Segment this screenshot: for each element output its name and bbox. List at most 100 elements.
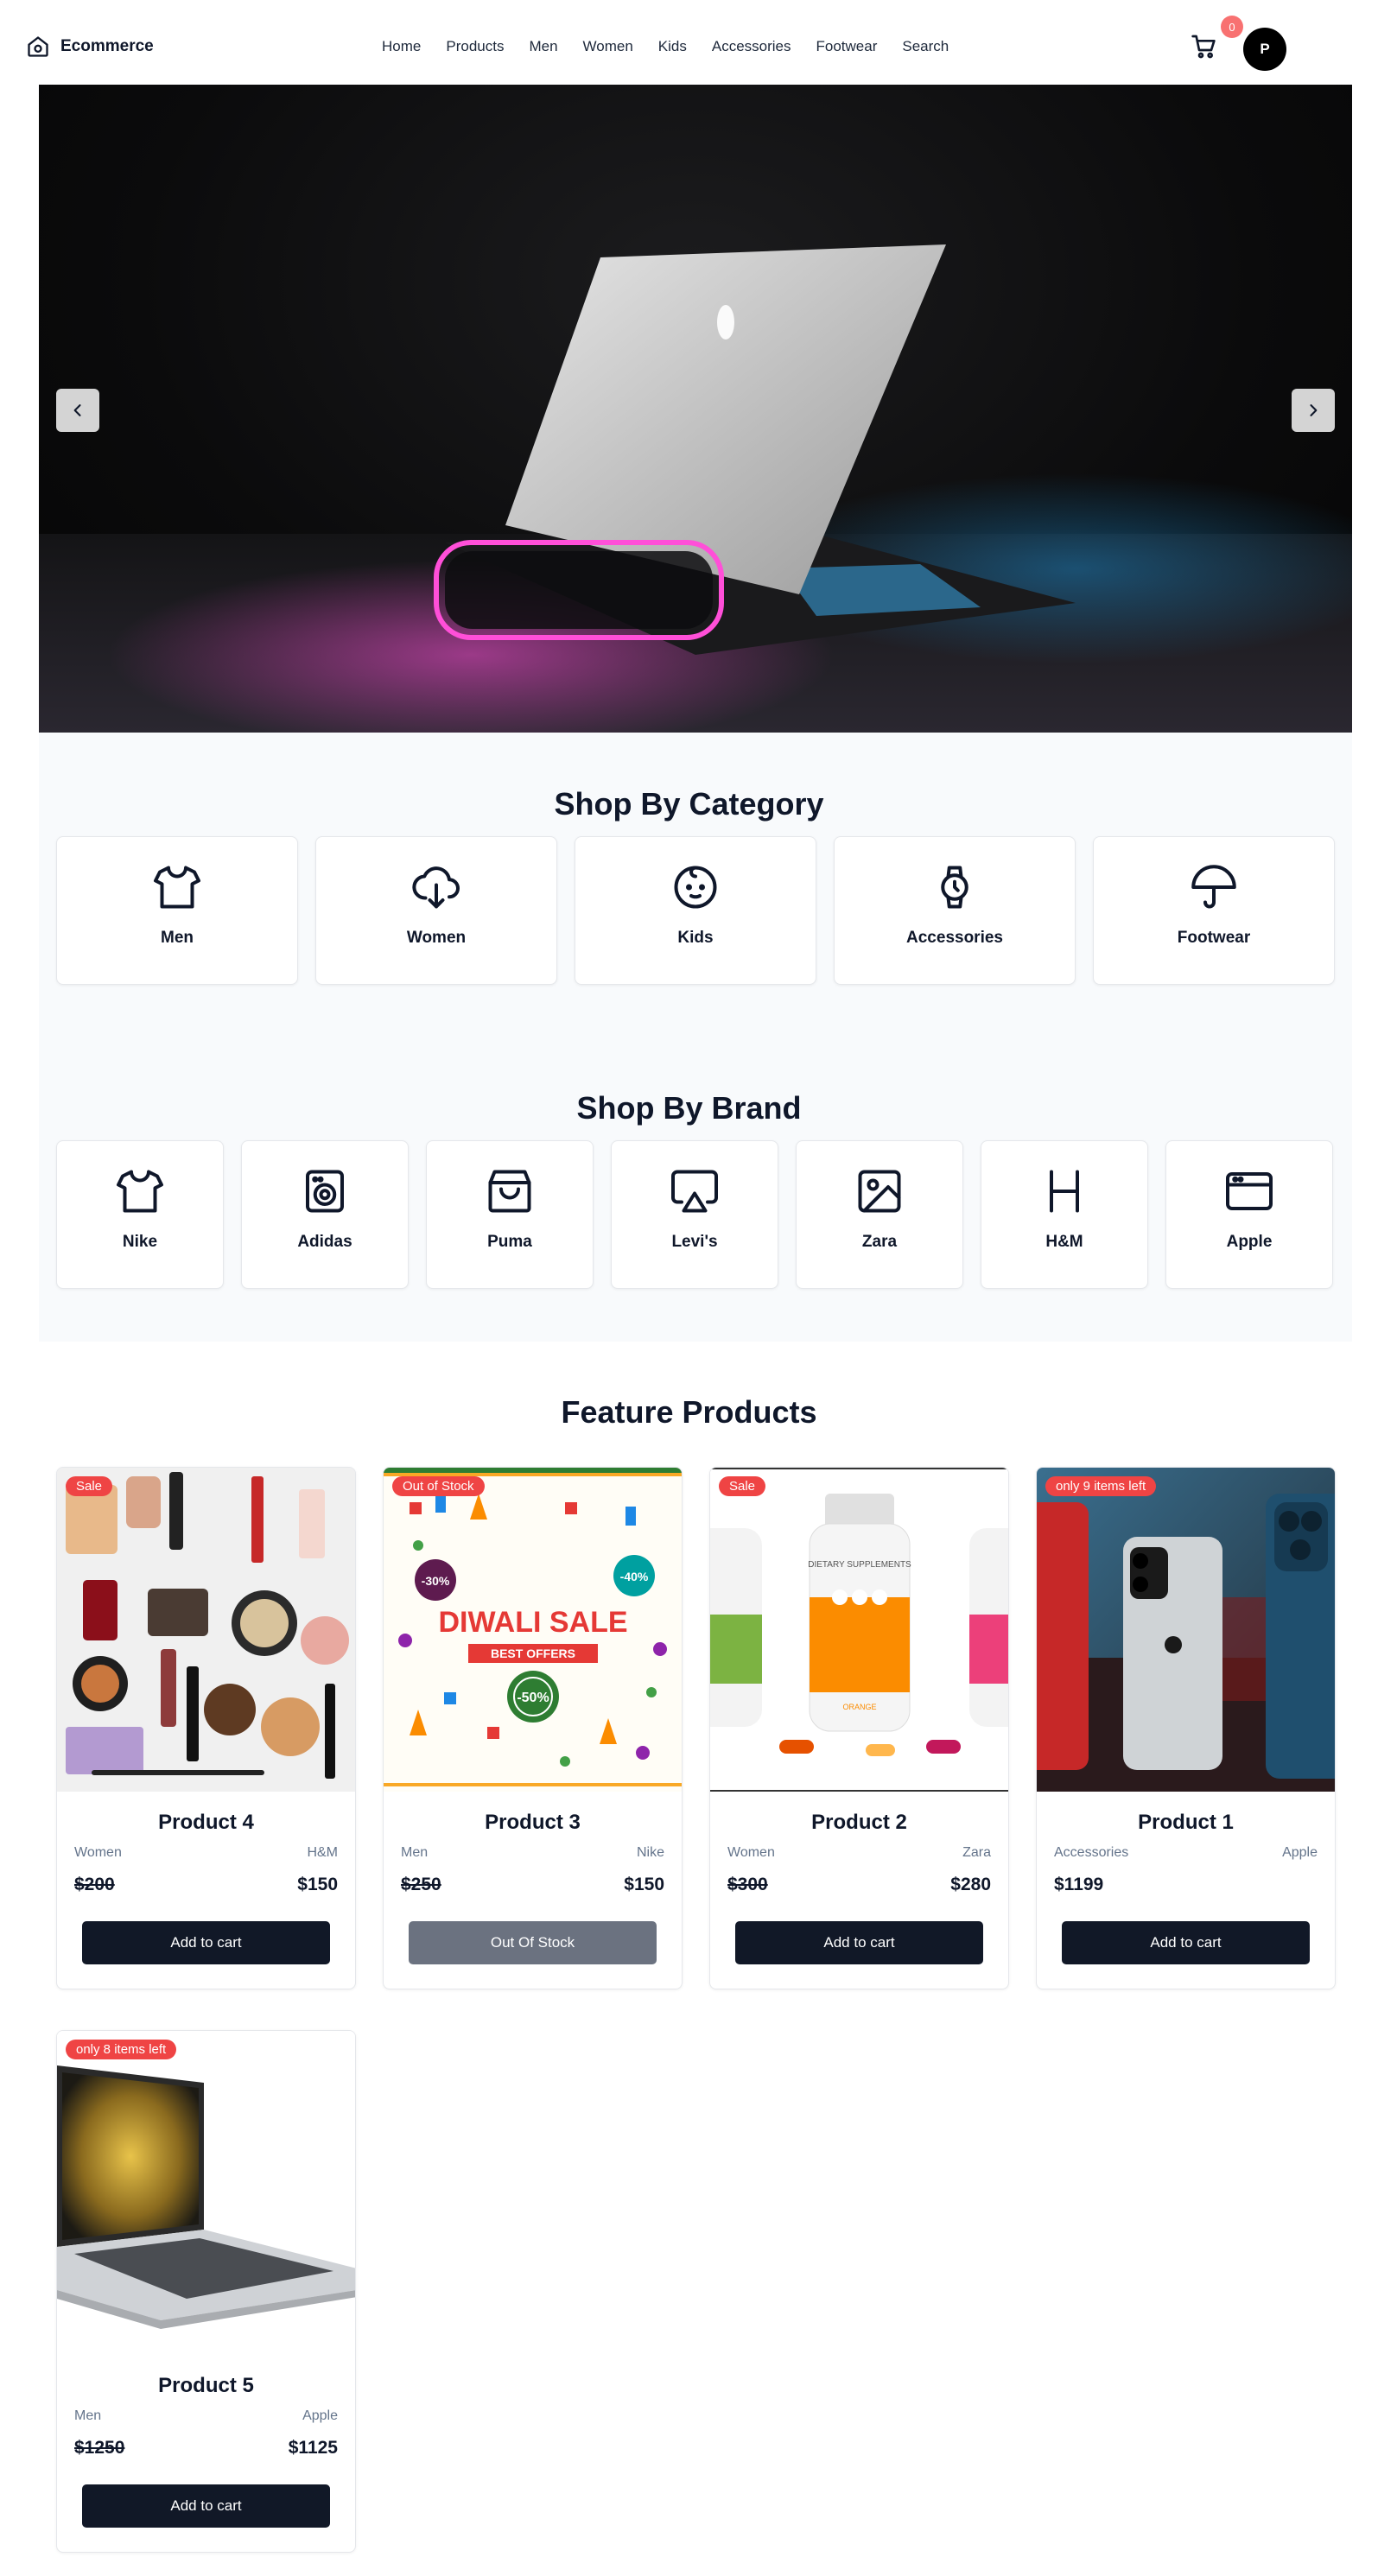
brand-label: Levi's [671,1233,718,1251]
airplay-icon [669,1165,721,1217]
product-name[interactable]: Product 5 [57,2374,355,2398]
cloud-download-icon [410,861,462,913]
out-of-stock-button[interactable]: Out Of Stock [409,1921,657,1964]
brand-card-puma[interactable]: Puma [426,1140,594,1289]
nav-accessories[interactable]: Accessories [712,38,791,55]
product-category: Women [727,1845,775,1860]
product-category: Women [74,1845,122,1860]
brand-card-zara[interactable]: Zara [796,1140,963,1289]
diwali-discount-50: -50% [517,1691,549,1705]
main-nav: Home Products Men Women Kids Accessories… [382,38,974,55]
product-card: only 8 items left Product 5 Men Apple $1… [56,2030,356,2553]
cart-button[interactable] [1191,33,1218,60]
product-image-supplements[interactable]: DIETARY SUPPLEMENTS ORANGE Sale [710,1468,1008,1792]
product-name[interactable]: Product 1 [1037,1811,1335,1835]
chevron-right-icon [1310,404,1318,416]
product-prices: $250 $150 [384,1875,682,1895]
product-prices: $200 $150 [57,1875,355,1895]
umbrella-icon [1188,861,1240,913]
product-image-laptop[interactable]: only 8 items left [57,2031,355,2355]
product-old-price: $250 [401,1875,441,1894]
category-card-accessories[interactable]: Accessories [834,836,1076,985]
carousel-next-button[interactable] [1292,389,1335,432]
product-brand: Apple [302,2408,338,2423]
product-name[interactable]: Product 2 [710,1811,1008,1835]
product-brand: Nike [636,1845,664,1860]
baby-face-icon [670,861,721,913]
product-meta: Women H&M [57,1845,355,1861]
product-old-price: $300 [727,1875,768,1894]
diwali-subline: BEST OFFERS [491,1646,575,1660]
product-prices: $1199 [1037,1875,1335,1895]
nav-search[interactable]: Search [902,38,949,55]
product-old-price: $1250 [74,2438,125,2458]
brand-card-adidas[interactable]: Adidas [241,1140,409,1289]
category-label: Footwear [1177,929,1251,947]
browser-window-icon [1223,1165,1275,1217]
diwali-headline: DIWALI SALE [438,1606,627,1639]
product-badge: Sale [719,1476,766,1496]
nav-products[interactable]: Products [446,38,504,55]
diwali-discount-40: -40% [620,1570,649,1583]
brand-label: Puma [487,1233,532,1251]
brand-label: Adidas [297,1233,352,1251]
product-brand: Zara [962,1845,991,1860]
brand-label: H&M [1045,1233,1083,1251]
category-card-women[interactable]: Women [315,836,557,985]
shopping-bag-icon [484,1165,536,1217]
category-label: Men [161,929,194,947]
letter-h-icon [1038,1165,1090,1217]
nav-women[interactable]: Women [583,38,633,55]
shirt-icon [114,1165,166,1217]
add-to-cart-button[interactable]: Add to cart [82,1921,330,1964]
product-badge: Out of Stock [392,1476,485,1496]
product-card: only 9 items left Product 1 Accessories … [1036,1467,1336,1989]
brand-logo[interactable]: Ecommerce [26,35,154,59]
add-to-cart-button[interactable]: Add to cart [82,2484,330,2528]
product-price: $150 [297,1875,338,1894]
product-image-iphones[interactable]: only 9 items left [1037,1468,1335,1792]
product-name[interactable]: Product 3 [384,1811,682,1835]
product-card: Sale Product 4 Women H&M $200 $150 Add t… [56,1467,356,1989]
brand-card-apple[interactable]: Apple [1165,1140,1333,1289]
product-name[interactable]: Product 4 [57,1811,355,1835]
brand-card-levis[interactable]: Levi's [611,1140,778,1289]
avatar[interactable]: P [1243,28,1286,71]
product-image-diwali-sale[interactable]: -30% -40% DIWALI SALE BEST OFFERS -50% O… [384,1468,682,1792]
category-label: Women [406,929,467,947]
nav-kids[interactable]: Kids [658,38,687,55]
product-meta: Accessories Apple [1037,1845,1335,1861]
brand-label: Zara [861,1233,898,1251]
washing-machine-icon [299,1165,351,1217]
product-brand: Apple [1282,1845,1318,1860]
category-card-men[interactable]: Men [56,836,298,985]
nav-home[interactable]: Home [382,38,421,55]
product-badge: only 8 items left [66,2040,177,2059]
product-card: -30% -40% DIWALI SALE BEST OFFERS -50% O… [383,1467,683,1989]
category-section-title: Shop By Category [554,786,824,822]
nav-men[interactable]: Men [529,38,557,55]
brand-card-hm[interactable]: H&M [981,1140,1148,1289]
product-category: Accessories [1054,1845,1129,1860]
nav-footwear[interactable]: Footwear [816,38,878,55]
product-badge: Sale [66,1476,113,1496]
add-to-cart-button[interactable]: Add to cart [735,1921,983,1964]
category-card-footwear[interactable]: Footwear [1093,836,1335,985]
product-old-price: $200 [74,1875,115,1894]
product-badge: only 9 items left [1045,1476,1157,1496]
supplement-label: DIETARY SUPPLEMENTS [808,1560,911,1570]
hero-laptop-image [39,244,1352,733]
carousel-prev-button[interactable] [56,389,99,432]
product-meta: Men Apple [57,2408,355,2424]
shirt-icon [151,861,203,913]
product-image-cosmetics[interactable]: Sale [57,1468,355,1792]
hero-carousel [39,85,1352,733]
watch-icon [929,861,981,913]
product-meta: Men Nike [384,1845,682,1861]
product-category: Men [74,2408,102,2423]
brand-card-nike[interactable]: Nike [56,1140,224,1289]
add-to-cart-button[interactable]: Add to cart [1062,1921,1310,1964]
product-category: Men [401,1845,429,1860]
supplement-flavor: ORANGE [842,1703,876,1711]
category-card-kids[interactable]: Kids [575,836,816,985]
